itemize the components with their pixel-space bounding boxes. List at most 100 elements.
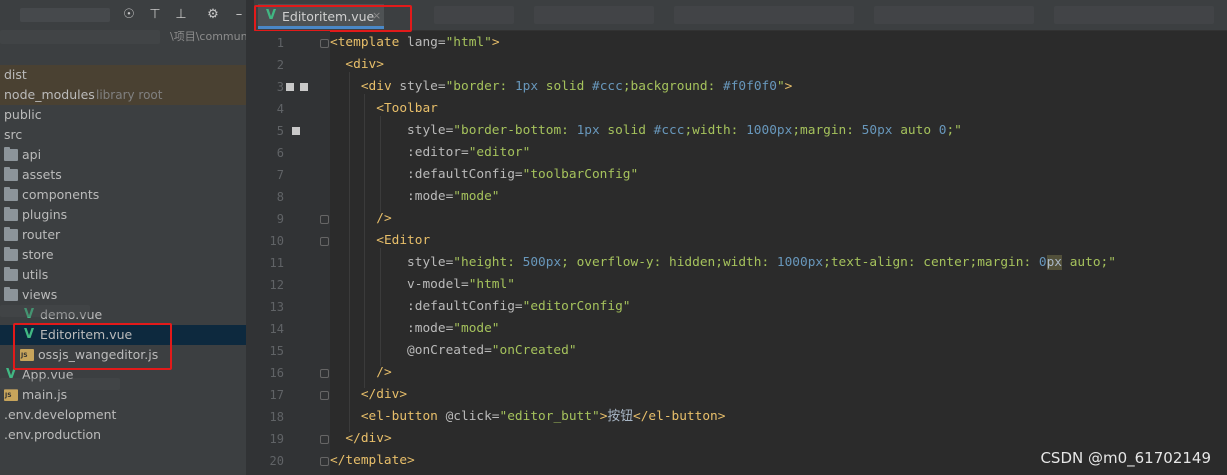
line-number: 13 [269, 300, 284, 314]
code-token: ;margin: [792, 123, 862, 138]
tree-item[interactable]: components [0, 185, 246, 205]
code-area[interactable]: <template lang="html"> <div> <div style=… [330, 31, 1227, 475]
project-path: \项目\commun [170, 30, 248, 43]
code-token: ;background: [622, 79, 723, 94]
fold-icon[interactable] [320, 39, 329, 48]
code-token: > [784, 79, 793, 94]
minimize-icon[interactable]: – [231, 7, 247, 23]
fold-icon[interactable] [320, 435, 329, 444]
code-token: @onCreated= [407, 343, 492, 358]
tree-item-label: public [4, 107, 42, 122]
code-token: 1px [576, 123, 600, 138]
line-number: 11 [269, 256, 284, 270]
code-token: <Editor [376, 233, 431, 248]
code-token: " [776, 79, 785, 94]
line-number: 6 [276, 146, 284, 160]
collapse-all-icon[interactable]: ⊤ [147, 7, 163, 23]
folder-icon [4, 207, 18, 221]
tree-item[interactable]: .env.production [0, 425, 246, 445]
line-number: 7 [276, 168, 284, 182]
code-line: style="border-bottom: 1px solid #ccc;wid… [330, 120, 962, 142]
tree-item[interactable]: public [0, 105, 246, 125]
watermark: CSDN @m0_61702149 [1040, 449, 1211, 467]
code-token: #ccc [592, 79, 623, 94]
line-number: 18 [269, 410, 284, 424]
tree-item[interactable]: dist [0, 65, 246, 85]
line-number: 14 [269, 322, 284, 336]
change-marker [292, 127, 300, 135]
code-token: <div> [345, 57, 384, 72]
code-token: ;" [946, 123, 962, 138]
code-token: auto;" [1062, 255, 1116, 270]
code-token: :mode= [407, 189, 454, 204]
line-number: 1 [276, 36, 284, 50]
tree-item-label: api [22, 147, 42, 162]
line-number: 3 [276, 80, 284, 94]
code-token: 500px [522, 255, 562, 270]
tree-item-label: components [22, 187, 100, 202]
code-token: ;text-align: center;margin: [823, 255, 1039, 270]
tree-item[interactable]: .env.development [0, 405, 246, 425]
line-number: 12 [269, 278, 284, 292]
line-number: 5 [276, 124, 284, 138]
line-number: 10 [269, 234, 284, 248]
code-token: 1000px [776, 255, 824, 270]
tree-item[interactable]: router [0, 225, 246, 245]
tree-item[interactable]: utils [0, 265, 246, 285]
fold-icon[interactable] [320, 215, 329, 224]
tree-item-suffix: library root [96, 88, 163, 102]
code-token: </el-button> [633, 409, 726, 424]
tree-item[interactable]: store [0, 245, 246, 265]
line-number: 16 [269, 366, 284, 380]
tree-item[interactable]: views [0, 285, 246, 305]
code-token: "html" [468, 277, 515, 292]
fold-icon[interactable] [320, 391, 329, 400]
fold-icon[interactable] [320, 457, 329, 466]
code-line: /> [330, 362, 391, 384]
code-token: <div [360, 79, 400, 94]
tree-item[interactable]: api [0, 145, 246, 165]
folder-icon [4, 167, 18, 181]
code-line: :mode="mode" [330, 186, 499, 208]
tree-item[interactable]: plugins [0, 205, 246, 225]
code-line: <template lang="html"> [330, 32, 500, 54]
code-token: style= [407, 123, 454, 138]
tree-item[interactable]: src [0, 125, 246, 145]
code-token: "height: [453, 255, 523, 270]
code-token: 1000px [746, 123, 793, 138]
line-number: 4 [276, 102, 284, 116]
expand-all-icon[interactable]: ⊥ [173, 7, 189, 23]
folder-icon [4, 247, 18, 261]
tree-item-label: router [22, 227, 61, 242]
highlight-box-tab [254, 5, 412, 32]
code-token: "border-bottom: [453, 123, 577, 138]
folder-icon [4, 267, 18, 281]
code-line: v-model="html" [330, 274, 515, 296]
code-token: lang= [407, 35, 446, 50]
panel-splitter[interactable] [246, 0, 254, 475]
fold-icon[interactable] [320, 369, 329, 378]
gear-icon[interactable]: ⚙ [205, 7, 221, 23]
fold-icon[interactable] [320, 237, 329, 246]
folder-icon [4, 187, 18, 201]
tree-item-label: store [22, 247, 54, 262]
tree-item[interactable]: node_modules library root [0, 85, 246, 105]
code-token: "toolbarConfig" [522, 167, 639, 182]
code-token: style= [407, 255, 454, 270]
folder-icon [4, 287, 18, 301]
blurred-tab [674, 6, 854, 24]
code-token: 按钮 [607, 409, 633, 424]
tree-item[interactable]: assets [0, 165, 246, 185]
code-line: </template> [330, 450, 415, 472]
code-token: v-model= [407, 277, 469, 292]
blurred-tab [874, 6, 1034, 24]
tree-item-label: src [4, 127, 23, 142]
globe-icon[interactable]: ☉ [121, 7, 137, 23]
